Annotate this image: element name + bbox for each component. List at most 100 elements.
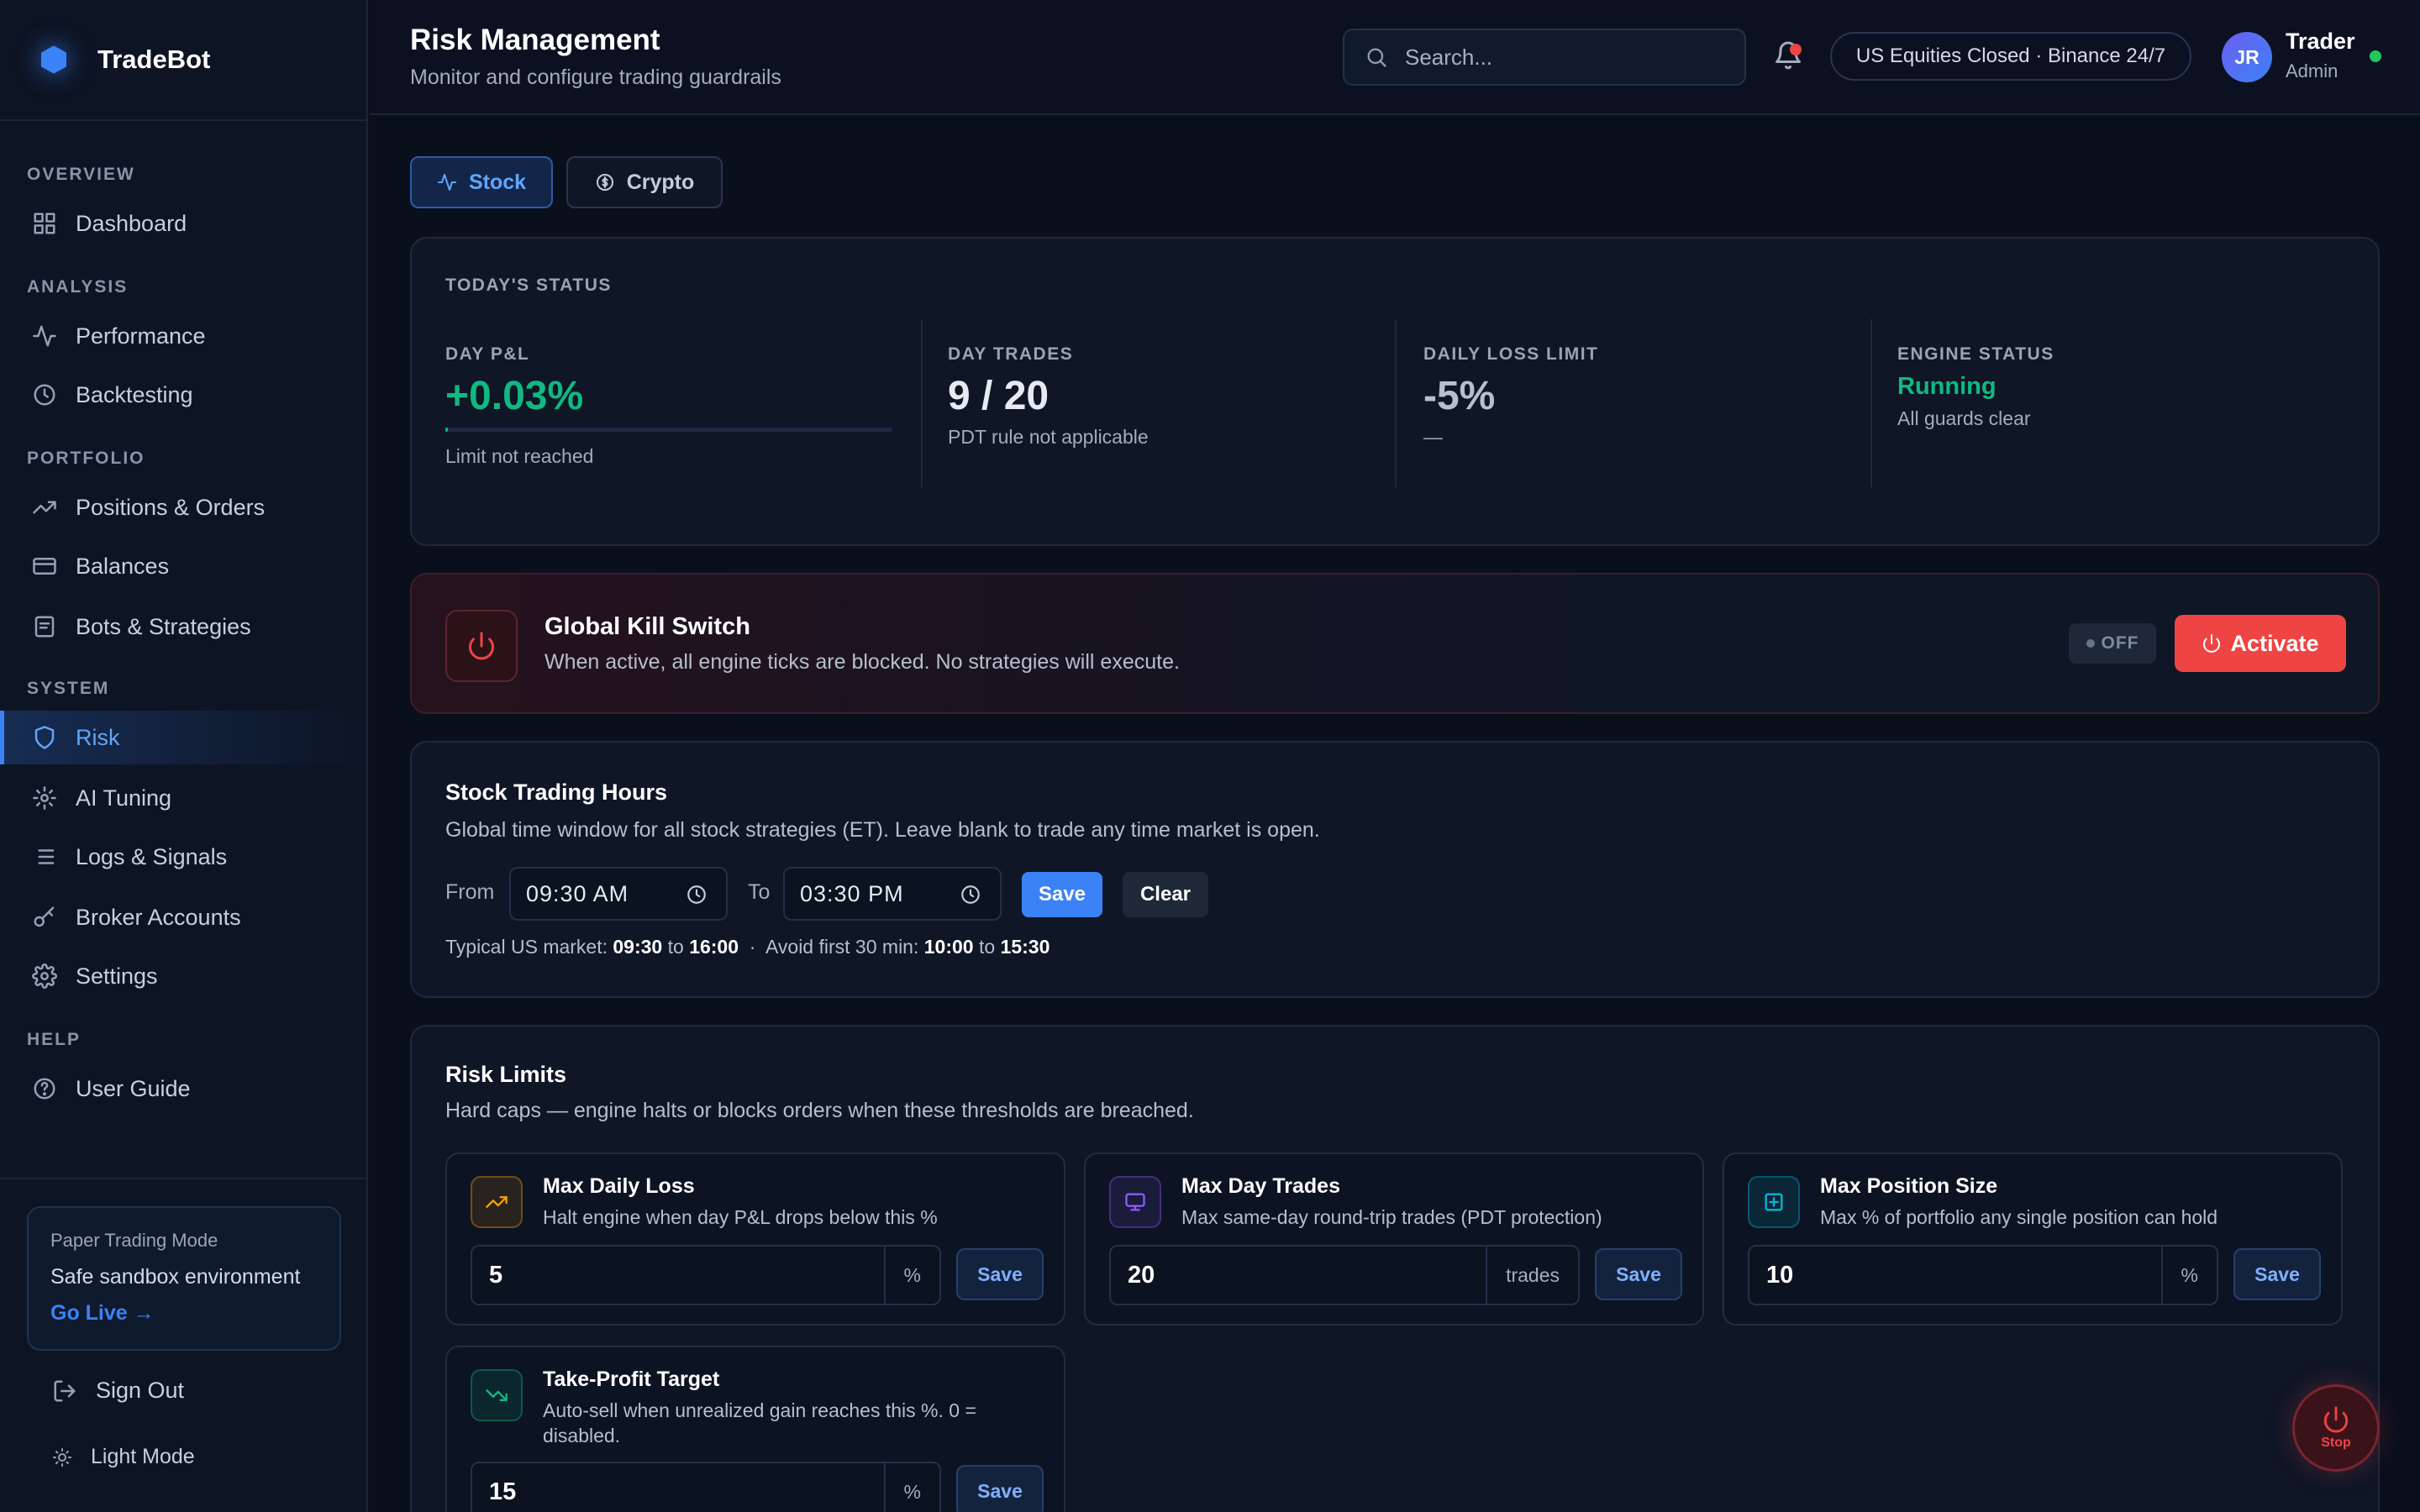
limit-value[interactable]: 20 [1111,1262,1486,1289]
sidebar-item-performance[interactable]: Performance [0,309,366,363]
sidebar-item-user-guide[interactable]: User Guide [0,1062,366,1116]
stat-label: DAILY LOSS LIMIT [1423,344,1599,364]
max-day-trades-input[interactable]: 20 trades [1109,1245,1580,1305]
activate-kill-switch-button[interactable]: Activate [2175,615,2346,672]
sparkle-icon [33,786,56,810]
to-time-input[interactable]: 03:30 PM [783,867,1002,921]
search-input[interactable] [1405,44,1724,71]
save-take-profit-button[interactable]: Save [956,1465,1044,1512]
app-root: TradeBot OVERVIEW Dashboard ANALYSIS Per… [0,0,2420,1512]
gear-icon [32,963,57,989]
sidebar-item-settings[interactable]: Settings [0,949,366,1003]
sidebar-item-logs-signals[interactable]: Logs & Signals [0,830,366,884]
avatar[interactable]: JR [2222,32,2272,82]
limit-unit: trades [1486,1247,1578,1304]
sidebar-item-ai-tuning[interactable]: AI Tuning [0,771,366,825]
emergency-stop-button[interactable]: Stop [2292,1384,2380,1472]
engine-status-value: Running [1897,373,1996,400]
risk-limits-title: Risk Limits [445,1062,567,1087]
light-mode-toggle[interactable]: Light Mode [52,1445,195,1469]
sidebar-item-positions-orders[interactable]: Positions & Orders [0,480,366,534]
grid-icon [34,213,55,234]
from-time-input[interactable]: 09:30 AM [509,867,728,921]
day-pnl-value: +0.03% [445,374,584,418]
limit-unit: % [2160,1247,2217,1304]
clear-hours-button[interactable]: Clear [1123,872,1208,917]
monitor-icon [1109,1176,1161,1228]
sidebar-item-dashboard[interactable]: Dashboard [0,197,366,250]
sidebar-item-risk[interactable]: Risk [0,711,366,764]
limit-value[interactable]: 10 [1749,1262,2161,1289]
limit-title: Max Day Trades [1181,1174,1340,1198]
page-title: Risk Management [410,24,660,56]
go-live-link[interactable]: Go Live → [50,1301,318,1326]
stop-label: Stop [2321,1436,2351,1450]
stat-sub: All guards clear [1897,407,2031,429]
paper-trading-title: Paper Trading Mode [50,1230,218,1251]
hint-text: to [667,936,684,958]
day-pnl-progress-fill [445,428,449,432]
save-max-day-trades-button[interactable]: Save [1595,1248,1682,1300]
kill-switch-subtitle: When active, all engine ticks are blocke… [544,650,1180,674]
max-position-size-input[interactable]: 10 % [1748,1245,2218,1305]
hint-text: to [978,936,996,958]
sidebar-item-label: Balances [76,553,170,579]
stat-label: DAY P&L [445,344,530,364]
from-time-value: 09:30 AM [526,880,629,906]
sidebar-item-label: Settings [76,963,158,989]
take-profit-input[interactable]: 15 % [471,1462,941,1512]
clock-icon[interactable] [960,884,981,906]
activity-icon [33,325,56,347]
save-hours-button[interactable]: Save [1022,872,1102,917]
hint-text: Avoid first 30 min: [765,936,919,958]
risk-limits-subtitle: Hard caps — engine halts or blocks order… [445,1099,1194,1122]
sidebar-item-label: Positions & Orders [76,494,266,520]
divider [921,319,923,487]
stat-day-pnl: DAY P&L +0.03% Limit not reached [445,344,892,512]
clock-icon[interactable] [686,884,708,906]
hexagon-logo-icon [41,45,66,74]
hint-text: Typical US market: [445,936,608,958]
online-indicator [2370,50,2381,62]
power-icon [2323,1406,2349,1433]
stat-label: DAY TRADES [948,344,1074,364]
stat-daily-loss-limit: DAILY LOSS LIMIT -5% — [1423,344,1598,512]
save-max-position-size-button[interactable]: Save [2233,1248,2321,1300]
sidebar-item-label: Broker Accounts [76,904,241,930]
sign-out-button[interactable]: Sign Out [52,1378,184,1404]
sidebar-item-backtesting[interactable]: Backtesting [0,368,366,422]
sidebar-item-broker-accounts[interactable]: Broker Accounts [0,890,366,944]
stat-label: ENGINE STATUS [1897,344,2054,364]
coin-icon [596,174,613,191]
status-card-title: TODAY'S STATUS [445,276,612,295]
search-box[interactable] [1343,29,1746,86]
plus-square-icon [1765,1193,1783,1211]
section-analysis: ANALYSIS [27,277,129,297]
sidebar-item-label: Risk [76,724,120,750]
sidebar-item-bots-strategies[interactable]: Bots & Strategies [0,600,366,654]
from-label: From [445,880,495,904]
limit-max-position-size: Max Position Size Max % of portfolio any… [1723,1152,2343,1326]
limit-value[interactable]: 5 [472,1262,884,1289]
state-dot [2086,639,2095,648]
limit-take-profit-target: Take-Profit Target Auto-sell when unreal… [445,1346,1065,1512]
tab-stock[interactable]: Stock [410,156,553,208]
hint-time: 10:00 [923,936,974,958]
sidebar-item-balances[interactable]: Balances [0,539,366,593]
trending-down-icon [471,1369,523,1421]
save-max-daily-loss-button[interactable]: Save [956,1248,1044,1300]
day-pnl-progress [445,428,892,432]
limit-value[interactable]: 15 [472,1478,884,1506]
search-icon [1367,48,1386,67]
sidebar-item-label: AI Tuning [76,785,172,811]
section-portfolio: PORTFOLIO [27,449,145,468]
max-daily-loss-input[interactable]: 5 % [471,1245,941,1305]
brand[interactable]: TradeBot [0,0,366,121]
tab-crypto[interactable]: Crypto [566,156,723,208]
trending-down-icon [486,1389,508,1401]
to-label: To [748,880,771,904]
daily-loss-value: -5% [1423,374,1496,418]
sidebar-item-label: Bots & Strategies [76,613,251,639]
limit-title: Take-Profit Target [543,1368,720,1391]
kill-switch-state-badge: OFF [2069,623,2156,664]
